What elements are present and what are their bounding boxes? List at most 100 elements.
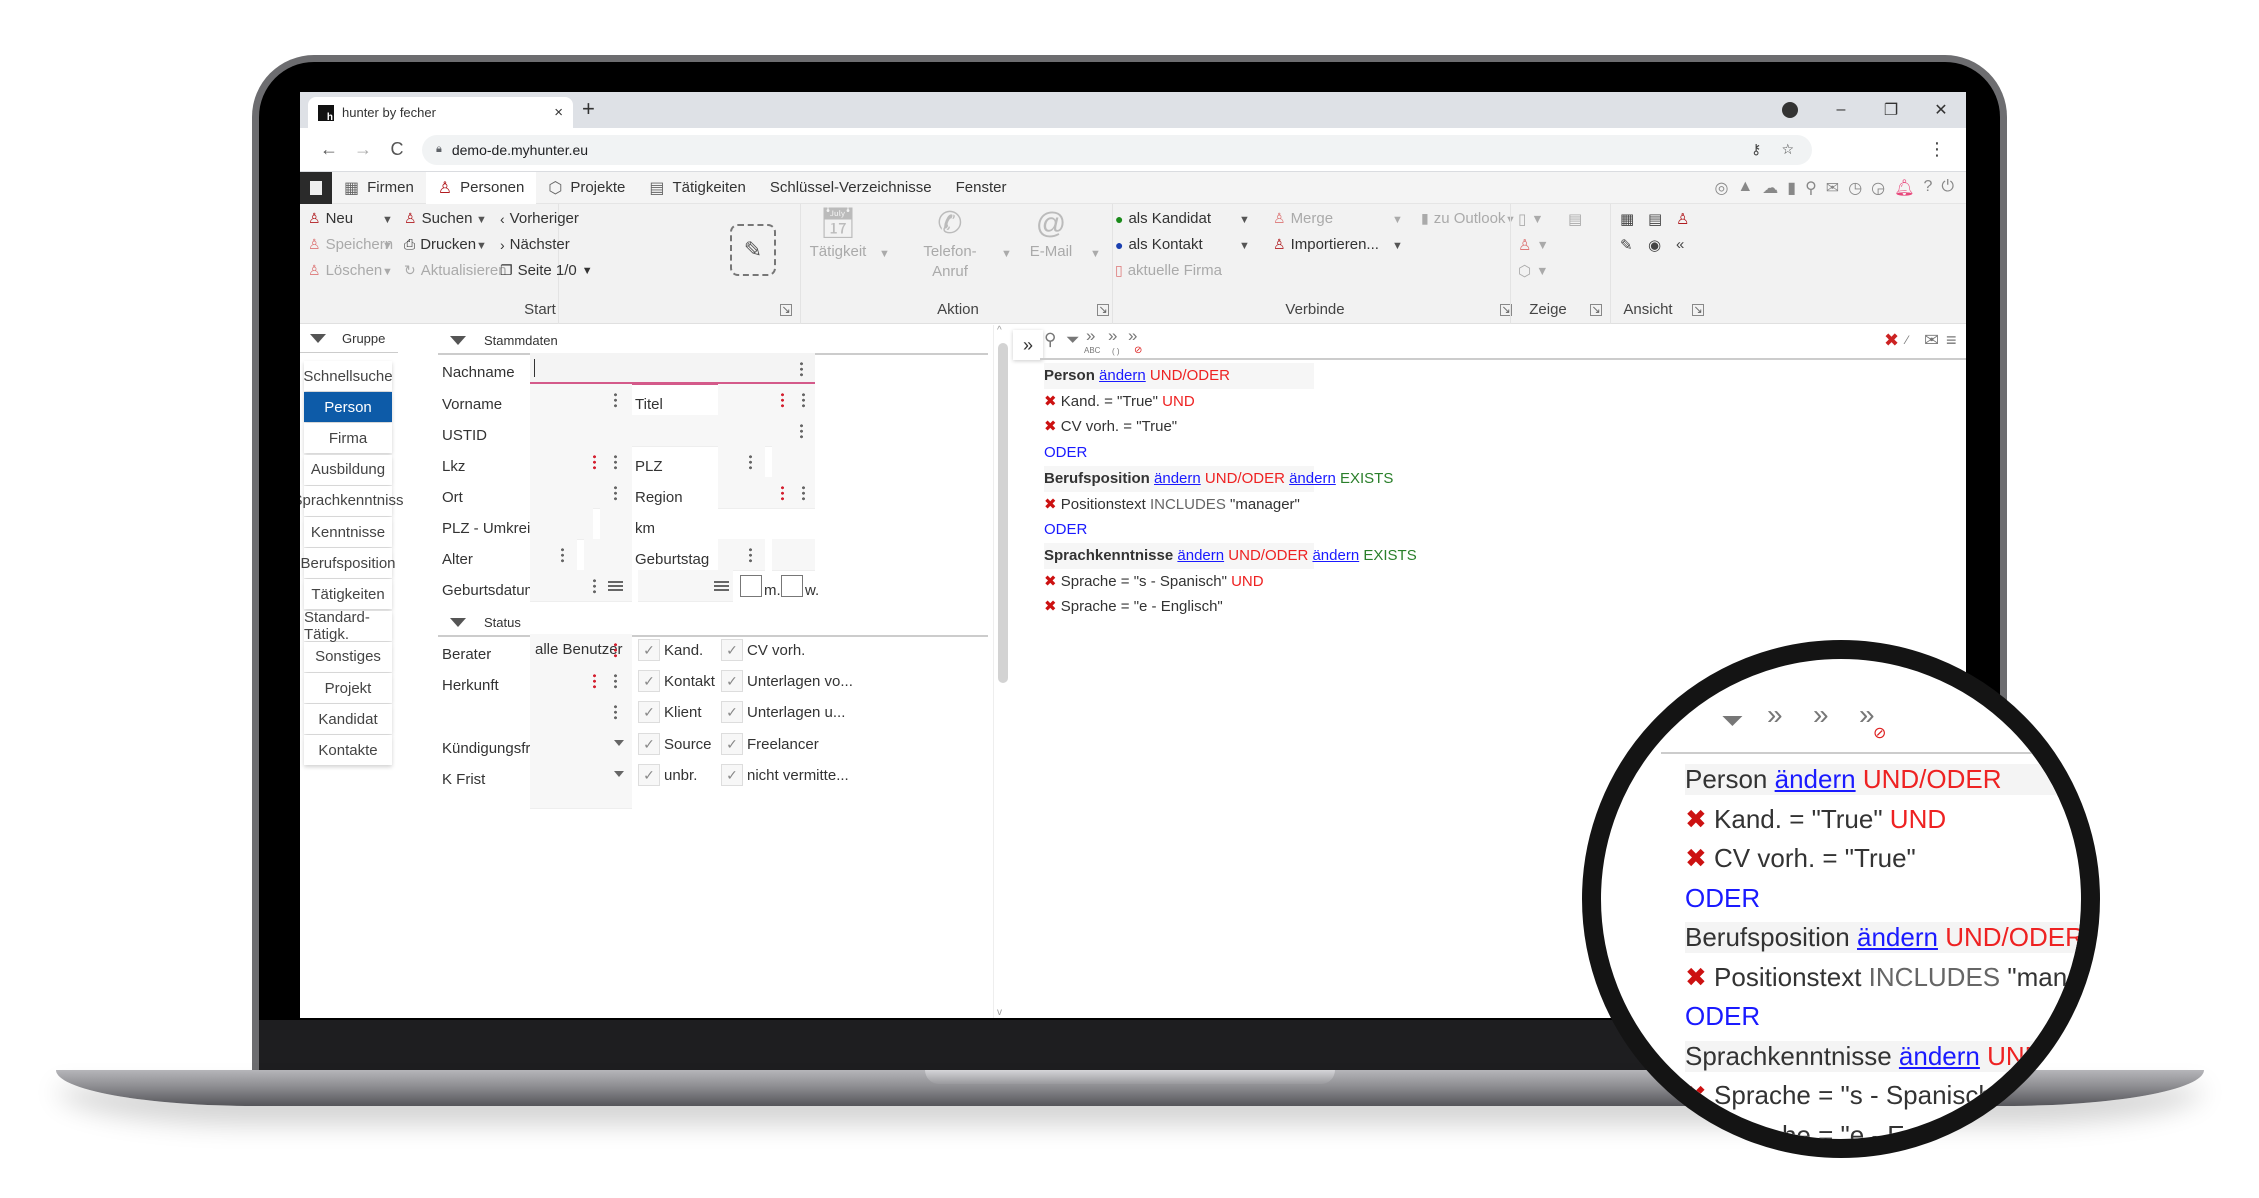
new-tab-button[interactable]: + — [582, 96, 595, 122]
browser-menu-button[interactable]: ⋮ — [1928, 139, 1946, 160]
bookmark-star-icon[interactable]: ☆ — [1781, 141, 1794, 158]
merge-button[interactable]: ♙ Merge — [1273, 210, 1333, 227]
expand-panel-button[interactable]: » — [1013, 330, 1043, 360]
options-kebab-icon[interactable] — [614, 454, 617, 470]
change-link[interactable]: ändern — [1312, 547, 1359, 564]
zeige-expand-icon[interactable]: ↘ — [1590, 304, 1602, 316]
vorheriger-button[interactable]: ‹ Vorheriger — [500, 210, 579, 227]
options-kebab-icon[interactable] — [614, 485, 617, 501]
required-kebab-icon[interactable] — [593, 673, 596, 689]
options-kebab-icon[interactable] — [749, 547, 752, 563]
change-link[interactable]: ändern — [2091, 922, 2100, 952]
calendar-menu-icon[interactable] — [714, 581, 729, 591]
parentheses-icon[interactable]: » — [1108, 326, 1117, 346]
scroll-down-icon[interactable]: v — [997, 1007, 1002, 1018]
group-button-t-tigkeiten[interactable]: Tätigkeiten — [304, 579, 392, 610]
remove-condition-icon[interactable]: ✖ — [1685, 1080, 1707, 1110]
pencil-icon[interactable]: ✎ — [1620, 236, 1633, 254]
seite-button[interactable]: ❐ Seite 1/0 ▼ — [500, 262, 593, 279]
aktuelle-firma-button[interactable]: ▯ aktuelle Firma — [1115, 262, 1222, 279]
suchen-dropdown[interactable]: ▼ — [476, 214, 487, 226]
checkbox-col2-1[interactable]: ✓ — [721, 670, 743, 693]
options-kebab-icon[interactable] — [561, 547, 564, 563]
cloud-icon[interactable]: ☁ — [1762, 178, 1778, 198]
options-kebab-icon[interactable] — [614, 673, 617, 689]
vorname-input[interactable] — [530, 384, 632, 416]
remove-condition-icon[interactable]: ✖ — [1044, 598, 1057, 615]
compass-icon[interactable]: ◎ — [1714, 178, 1728, 198]
geburtsdatum-from-input[interactable] — [530, 570, 632, 602]
detail-search-icon[interactable]: ▤ — [1648, 210, 1662, 228]
close-window-button[interactable]: ✕ — [1916, 100, 1966, 120]
scroll-up-icon[interactable]: ^ — [997, 325, 1002, 336]
minimize-button[interactable]: – — [1816, 101, 1866, 119]
taetigkeit-button[interactable]: 📅︎ Tätigkeit — [803, 206, 873, 262]
tab-projekte[interactable]: ⬡ Projekte — [536, 172, 637, 204]
als-kontakt-button[interactable]: ● als Kontakt — [1115, 236, 1203, 253]
delete-icon[interactable]: ✖ — [1884, 330, 1899, 351]
nachname-input[interactable] — [530, 353, 815, 385]
remove-condition-icon[interactable]: ✖ — [1044, 418, 1057, 435]
status-header[interactable]: Status — [438, 609, 988, 637]
and-or-icon[interactable]: ⁄ — [1906, 333, 1908, 347]
eye-icon[interactable]: ◉ — [1648, 236, 1661, 254]
change-link[interactable]: ändern — [1289, 470, 1336, 487]
remove-condition-icon[interactable]: ✖ — [1685, 1120, 1707, 1140]
attachment-dropzone[interactable]: ✎ — [730, 224, 776, 276]
mail-icon[interactable]: ✉ — [1924, 330, 1939, 351]
merge-dropdown[interactable]: ▼ — [1392, 214, 1403, 226]
gender-m-checkbox[interactable] — [740, 575, 762, 597]
abc-icon[interactable]: » — [1086, 326, 1095, 346]
ustid-input[interactable] — [530, 415, 815, 447]
change-link[interactable]: ändern — [1775, 764, 1856, 794]
group-button-kontakte[interactable]: Kontakte — [304, 735, 392, 766]
aktualisieren-button[interactable]: ↻ Aktualisieren — [404, 262, 507, 279]
zeige-projekt-button[interactable]: ⬡ ▼ — [1518, 262, 1548, 280]
checkbox-col1-0[interactable]: ✓ — [638, 639, 660, 661]
calendar-menu-icon[interactable] — [608, 581, 623, 591]
group-button-sonstiges[interactable]: Sonstiges — [304, 641, 392, 672]
herkunft-input-2[interactable] — [530, 696, 632, 728]
drucken-button[interactable]: ⎙ Drucken — [404, 236, 476, 253]
group-button-person[interactable]: Person — [304, 392, 392, 423]
checkbox-col2-3[interactable]: ✓ — [721, 732, 743, 755]
alter-from-input[interactable] — [530, 539, 577, 571]
remove-condition-icon[interactable]: ✖ — [1685, 843, 1707, 873]
and-or-operator[interactable]: UND/ODER — [1987, 1041, 2081, 1071]
required-kebab-icon[interactable] — [781, 392, 784, 408]
remove-condition-icon[interactable]: ✖ — [1044, 393, 1057, 410]
options-kebab-icon[interactable] — [802, 485, 805, 501]
naechster-button[interactable]: › Nächster — [500, 236, 570, 253]
browser-tab[interactable]: hunter by fecher × — [308, 97, 573, 128]
checkbox-col1-2[interactable]: ✓ — [638, 701, 660, 724]
search-icon[interactable]: ⚲ — [1044, 330, 1056, 350]
importieren-dropdown[interactable]: ▼ — [1392, 240, 1403, 252]
forward-button[interactable]: → — [346, 139, 380, 160]
geburtsdatum-to-input[interactable] — [638, 570, 733, 602]
app-logo[interactable] — [300, 171, 332, 204]
group-header[interactable]: Gruppe — [300, 325, 398, 353]
url-input[interactable]: 🔒︎ demo-de.myhunter.eu ⚷ ☆ — [422, 134, 1812, 165]
checkbox-col1-1[interactable]: ✓ — [638, 670, 660, 693]
scrollbar-thumb[interactable] — [998, 343, 1008, 683]
importieren-button[interactable]: ♙ Importieren... — [1273, 236, 1379, 253]
plz-umkreis-input[interactable] — [530, 508, 593, 540]
help-icon[interactable]: ? — [1923, 178, 1932, 198]
remove-condition-icon[interactable]: ✖ — [1044, 573, 1057, 590]
loeschen-button[interactable]: ♙ Löschen — [308, 262, 382, 279]
options-kebab-icon[interactable] — [593, 578, 596, 594]
group-button-projekt[interactable]: Projekt — [304, 673, 392, 703]
checkbox-col2-4[interactable]: ✓ — [721, 763, 743, 786]
change-link[interactable]: ändern — [1899, 1041, 1980, 1071]
profile-icon[interactable] — [1782, 102, 1798, 118]
clear-query-icon[interactable]: » — [1128, 326, 1137, 346]
titel-input[interactable] — [718, 384, 815, 416]
neu-dropdown[interactable]: ▼ — [382, 214, 393, 226]
loeschen-dropdown[interactable]: ▼ — [382, 266, 393, 278]
tab-personen[interactable]: ♙ Personen — [425, 171, 537, 204]
speichern-button[interactable]: ♙ Speichern — [308, 236, 393, 253]
sms-icon[interactable]: ✉ — [1826, 178, 1839, 198]
stammdaten-header[interactable]: Stammdaten — [438, 327, 988, 355]
maximize-button[interactable]: ❐ — [1866, 100, 1916, 120]
taetigkeit-dropdown[interactable]: ▼ — [879, 248, 890, 260]
